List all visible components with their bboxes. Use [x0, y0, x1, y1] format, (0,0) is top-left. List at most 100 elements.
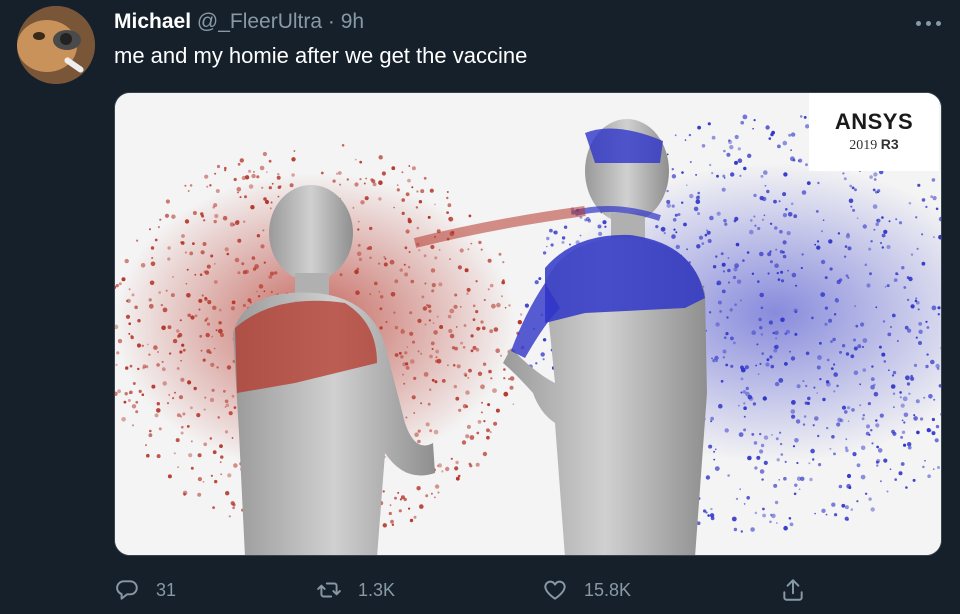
particle: [409, 518, 414, 523]
particle: [218, 308, 222, 312]
particle: [722, 349, 727, 354]
particle: [726, 152, 731, 157]
particle: [934, 438, 939, 443]
particle: [935, 424, 940, 429]
particle: [753, 441, 758, 445]
particle: [131, 404, 137, 409]
particle: [206, 349, 211, 354]
particle: [436, 315, 439, 318]
particle: [467, 376, 470, 379]
tweet-timestamp[interactable]: 9h: [341, 10, 364, 33]
particle: [707, 514, 710, 517]
particle: [728, 139, 733, 145]
particle: [171, 214, 176, 219]
particle: [200, 250, 205, 255]
retweet-button[interactable]: 1.3K: [316, 570, 395, 610]
particle: [357, 243, 361, 247]
particle: [740, 299, 742, 302]
particle: [921, 261, 926, 266]
heart-icon: [544, 580, 566, 600]
particle: [759, 326, 763, 330]
particle: [709, 513, 715, 518]
particle: [167, 246, 171, 250]
particle: [276, 175, 281, 180]
author-avatar[interactable]: [17, 6, 95, 84]
particle: [470, 334, 474, 338]
particle: [760, 174, 764, 178]
particle: [354, 182, 359, 187]
particle: [115, 284, 119, 288]
particle: [796, 384, 801, 389]
particle: [922, 465, 925, 469]
particle: [873, 178, 877, 181]
particle: [224, 247, 229, 252]
particle: [182, 490, 188, 496]
particle: [740, 367, 746, 373]
particle: [774, 381, 780, 387]
particle: [378, 290, 381, 293]
particle: [597, 224, 602, 229]
particle: [785, 329, 790, 334]
particle: [190, 466, 194, 470]
particle: [782, 254, 787, 259]
particle: [396, 184, 399, 187]
particle: [453, 304, 458, 309]
particle: [436, 358, 442, 364]
author-handle[interactable]: @_FleerUltra: [197, 10, 322, 33]
particle: [542, 338, 547, 342]
particle: [449, 308, 455, 314]
particle: [233, 463, 238, 468]
author-name[interactable]: Michael: [114, 10, 191, 33]
particle: [416, 226, 420, 230]
particle: [807, 396, 811, 401]
particle: [683, 222, 687, 227]
particle: [802, 380, 805, 383]
particle: [790, 356, 796, 361]
particle: [925, 364, 929, 369]
particle: [780, 270, 784, 274]
particle: [441, 379, 446, 383]
particle: [417, 439, 421, 444]
particle: [435, 356, 438, 359]
particle: [705, 475, 711, 480]
particle: [723, 218, 727, 223]
particle: [209, 184, 212, 187]
particle: [869, 272, 872, 276]
particle: [793, 492, 797, 496]
particle: [268, 159, 272, 163]
particle: [405, 362, 409, 366]
particle: [708, 311, 712, 314]
share-button[interactable]: [780, 570, 822, 610]
particle: [825, 513, 828, 516]
particle: [131, 424, 135, 427]
particle: [161, 360, 164, 363]
ansys-watermark: ANSYS 2019 R3: [809, 93, 939, 171]
particle: [769, 355, 773, 359]
particle: [396, 188, 400, 192]
particle: [219, 332, 225, 338]
particle: [270, 291, 273, 293]
particle: [892, 431, 897, 436]
particle: [666, 199, 671, 204]
particle: [759, 449, 764, 454]
particle: [817, 355, 822, 360]
particle: [266, 171, 268, 174]
particle: [405, 229, 410, 234]
particle: [716, 211, 721, 216]
particle: [715, 255, 718, 258]
particle: [760, 306, 764, 310]
particle: [154, 413, 159, 418]
particle: [427, 215, 431, 219]
particle: [148, 303, 154, 309]
particle: [782, 192, 787, 197]
tweet-media-image[interactable]: ANSYS 2019 R3: [114, 92, 942, 556]
particle: [408, 507, 411, 510]
particle: [759, 432, 762, 436]
particle: [179, 319, 182, 322]
reply-button[interactable]: 31: [114, 570, 176, 610]
like-button[interactable]: 15.8K: [542, 570, 631, 610]
particle: [899, 391, 902, 394]
particle: [493, 421, 498, 426]
particle: [270, 201, 273, 204]
more-dots-icon[interactable]: [912, 18, 944, 28]
